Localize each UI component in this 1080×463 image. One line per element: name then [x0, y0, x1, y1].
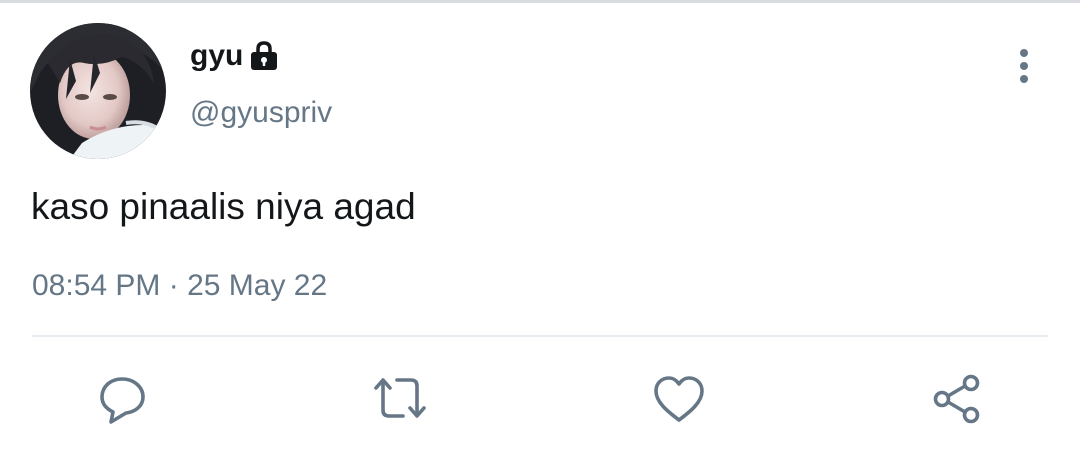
heart-icon: [654, 376, 704, 422]
tweet-timestamp[interactable]: 08:54 PM · 25 May 22: [32, 268, 327, 304]
display-name[interactable]: gyu: [190, 38, 280, 74]
user-handle[interactable]: @gyuspriv: [190, 95, 332, 131]
more-options-button[interactable]: [1006, 46, 1042, 88]
more-vertical-icon: [1020, 49, 1028, 83]
display-name-text: gyu: [190, 39, 244, 72]
retweet-button[interactable]: [372, 372, 428, 428]
retweet-icon: [374, 378, 426, 418]
like-button[interactable]: [651, 372, 707, 428]
avatar[interactable]: [30, 23, 166, 159]
avatar-photo: [30, 23, 166, 159]
lock-icon: [248, 41, 280, 71]
share-button[interactable]: [929, 372, 985, 428]
tweet-text: kaso pinaalis niya agad: [31, 186, 416, 227]
reply-button[interactable]: [96, 372, 152, 428]
reply-icon: [100, 377, 145, 424]
top-border: [0, 0, 1080, 3]
share-icon: [933, 374, 980, 424]
divider: [32, 335, 1048, 337]
